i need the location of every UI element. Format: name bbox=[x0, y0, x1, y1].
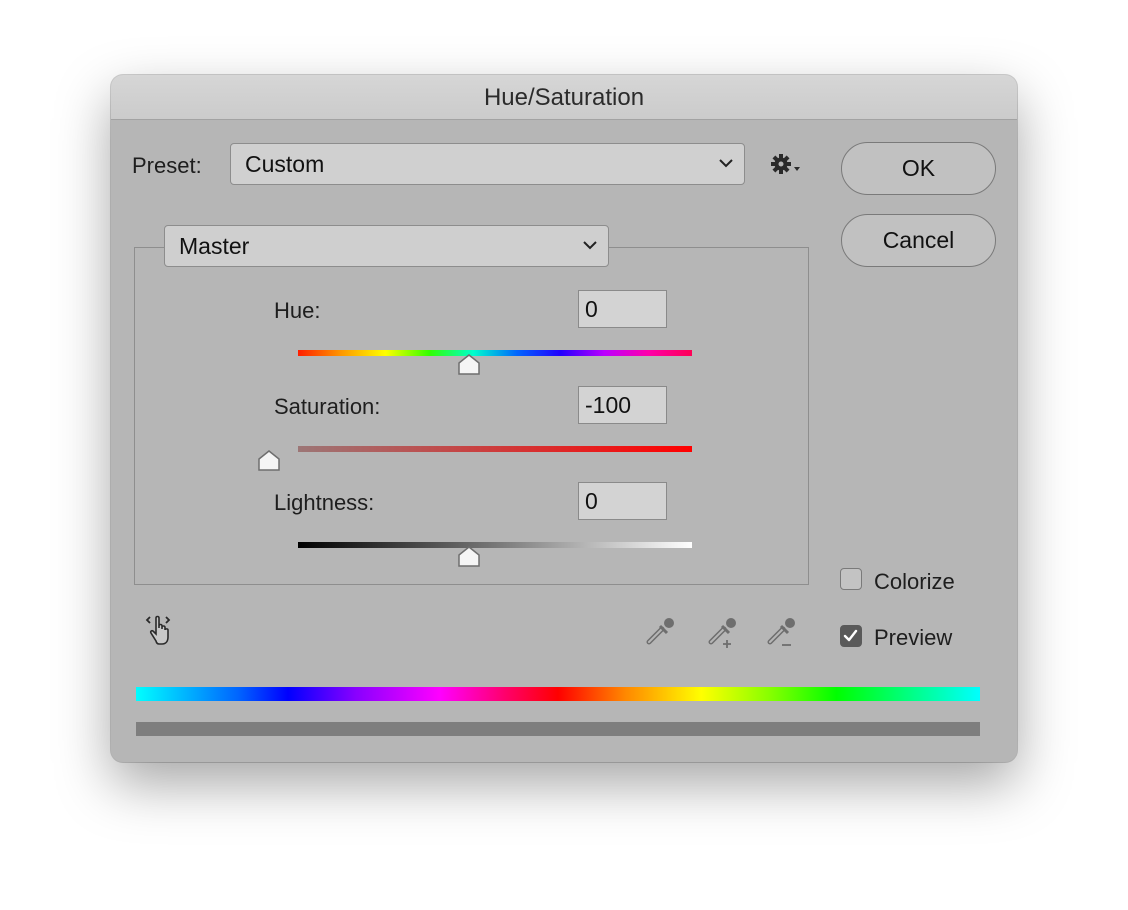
saturation-slider-thumb[interactable] bbox=[257, 450, 281, 472]
hue-saturation-dialog: Hue/Saturation Preset: Custom OK Cancel bbox=[111, 75, 1017, 762]
eyedropper-icon bbox=[646, 618, 674, 645]
cancel-button[interactable]: Cancel bbox=[841, 214, 996, 267]
colorize-checkbox[interactable] bbox=[840, 568, 862, 590]
preset-label: Preset: bbox=[132, 153, 202, 178]
lightness-slider-thumb[interactable] bbox=[457, 546, 481, 568]
lightness-label: Lightness: bbox=[274, 490, 375, 515]
adjustment-group: 0 Hue: -100 Saturation: 0 Lightness: bbox=[134, 247, 809, 585]
dialog-title: Hue/Saturation bbox=[111, 75, 1017, 120]
hue-slider-track[interactable] bbox=[298, 350, 692, 356]
lightness-slider-track[interactable] bbox=[298, 542, 692, 548]
settings-menu-button[interactable] bbox=[768, 151, 804, 179]
eyedropper-minus-icon bbox=[767, 618, 795, 646]
eyedropper-add-button[interactable] bbox=[703, 611, 743, 651]
eyedropper-button[interactable] bbox=[641, 611, 681, 651]
preset-dropdown[interactable]: Custom bbox=[230, 143, 745, 185]
hue-label: Hue: bbox=[274, 298, 321, 323]
checkmark-icon bbox=[843, 629, 858, 642]
channel-value: Master bbox=[179, 233, 250, 259]
input-color-spectrum bbox=[136, 687, 980, 701]
preview-checkbox[interactable] bbox=[840, 625, 862, 647]
gear-icon bbox=[771, 154, 800, 174]
chevron-down-icon bbox=[719, 159, 733, 168]
lightness-value-field[interactable]: 0 bbox=[578, 482, 667, 520]
ok-button[interactable]: OK bbox=[841, 142, 996, 195]
saturation-value-field[interactable]: -100 bbox=[578, 386, 667, 424]
hue-slider-thumb[interactable] bbox=[457, 354, 481, 376]
channel-dropdown[interactable]: Master bbox=[164, 225, 609, 267]
hue-value-field[interactable]: 0 bbox=[578, 290, 667, 328]
saturation-slider-track[interactable] bbox=[298, 446, 692, 452]
chevron-down-icon bbox=[583, 241, 597, 250]
eyedropper-subtract-button[interactable] bbox=[762, 611, 802, 651]
preview-label: Preview bbox=[874, 625, 953, 650]
colorize-label: Colorize bbox=[874, 569, 955, 594]
eyedropper-plus-icon bbox=[708, 618, 736, 648]
preset-value: Custom bbox=[245, 151, 325, 177]
targeted-adjustment-tool[interactable] bbox=[145, 611, 181, 649]
hand-scrub-icon bbox=[145, 615, 171, 645]
output-color-spectrum bbox=[136, 722, 980, 736]
saturation-label: Saturation: bbox=[274, 394, 381, 419]
